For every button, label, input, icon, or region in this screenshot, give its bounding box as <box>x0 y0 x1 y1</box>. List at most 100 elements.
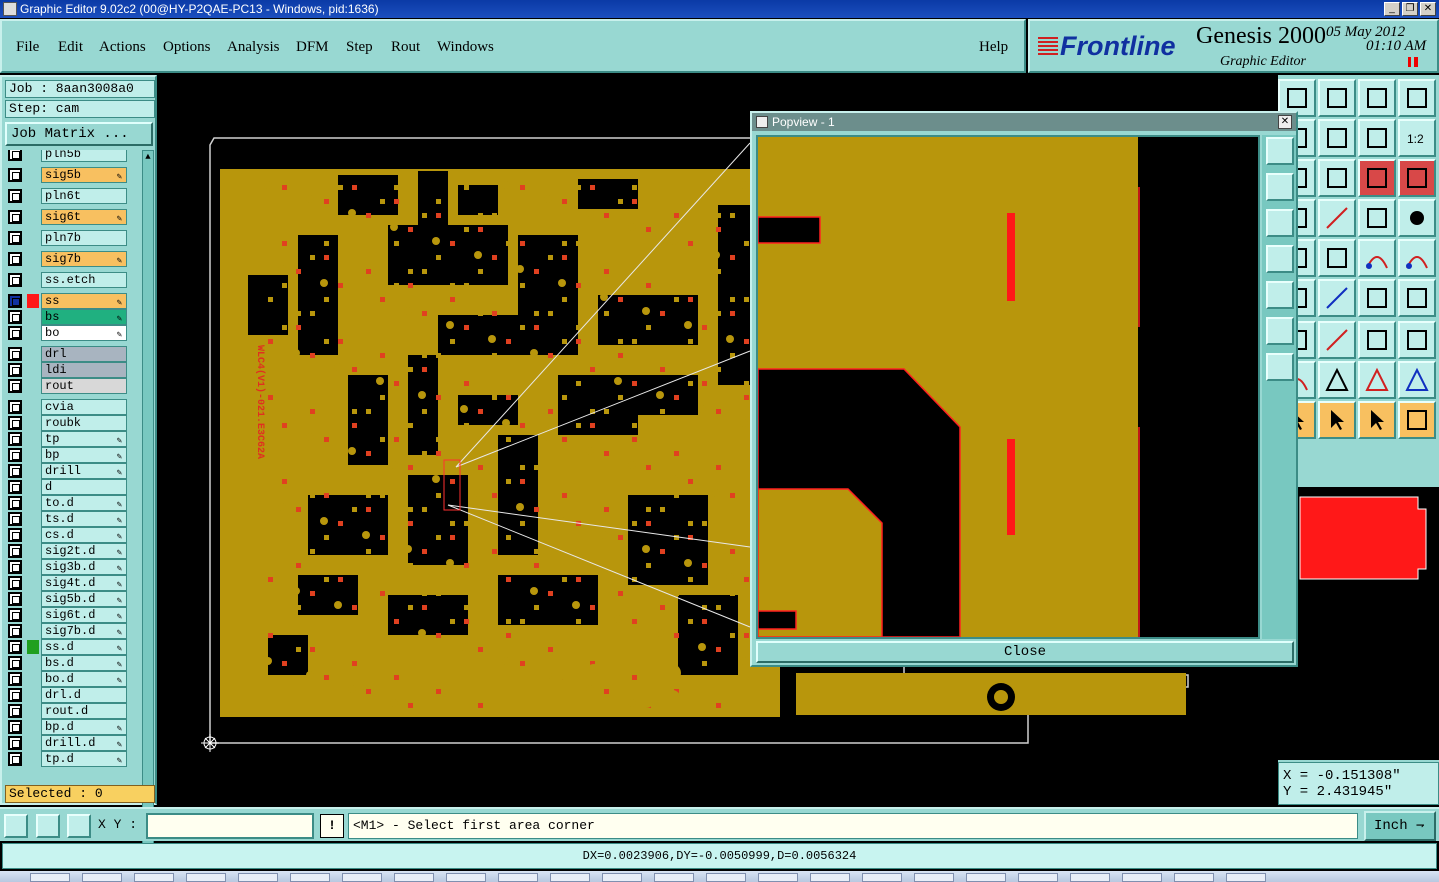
popview-tool-down-icon[interactable] <box>1266 209 1294 237</box>
layer-checkbox[interactable] <box>8 592 22 606</box>
layer-checkbox[interactable] <box>8 150 22 161</box>
layer-row[interactable]: sig7b ✎ <box>5 251 129 267</box>
close-window-button[interactable]: ✕ <box>1420 2 1436 16</box>
layer-name[interactable]: ts.d ✎ <box>41 511 127 527</box>
layer-row[interactable]: pln5b <box>5 150 129 162</box>
layer-name[interactable]: sig7b ✎ <box>41 251 127 267</box>
tool-zoom-out-icon[interactable] <box>1318 79 1356 117</box>
taskbar-button[interactable] <box>862 873 902 882</box>
minimize-button[interactable]: _ <box>1384 2 1400 16</box>
layer-checkbox[interactable] <box>8 512 22 526</box>
layer-name[interactable]: cvia <box>41 399 127 415</box>
tool-triangle-red-icon[interactable] <box>1358 361 1396 399</box>
layer-row[interactable]: sig2t.d ✎ <box>5 543 129 559</box>
taskbar-button[interactable] <box>1018 873 1058 882</box>
layer-checkbox[interactable] <box>8 464 22 478</box>
layer-name[interactable]: sig6t.d ✎ <box>41 607 127 623</box>
layer-row[interactable]: sig7b.d ✎ <box>5 623 129 639</box>
tool-zoom-next-icon[interactable] <box>1318 119 1356 157</box>
tool-line-red-icon[interactable] <box>1318 199 1356 237</box>
layer-name[interactable]: bs.d ✎ <box>41 655 127 671</box>
taskbar-button[interactable] <box>238 873 278 882</box>
layer-checkbox[interactable] <box>8 273 22 287</box>
tool-zoom-window-icon[interactable] <box>1398 79 1436 117</box>
layer-checkbox[interactable] <box>8 656 22 670</box>
layer-row[interactable]: tp.d ✎ <box>5 751 129 767</box>
layer-row[interactable]: ss.d ✎ <box>5 639 129 655</box>
menu-file[interactable]: File <box>16 39 39 56</box>
layer-checkbox[interactable] <box>8 326 22 340</box>
popview-window[interactable]: Popview - 1 ✕ Close <box>750 111 1298 667</box>
layer-checkbox[interactable] <box>8 576 22 590</box>
tool-triangle-blue-icon[interactable] <box>1398 361 1436 399</box>
grid-tool-icon[interactable] <box>67 814 91 838</box>
layer-name[interactable]: bp ✎ <box>41 447 127 463</box>
measure-tool-icon[interactable] <box>36 814 60 838</box>
taskbar-button[interactable] <box>186 873 226 882</box>
layer-row[interactable]: roubk <box>5 415 129 431</box>
layer-name[interactable]: sig4t.d ✎ <box>41 575 127 591</box>
layer-name[interactable]: ss.d ✎ <box>41 639 127 655</box>
tool-line-icon[interactable] <box>1318 279 1356 317</box>
layer-row[interactable]: sig3b.d ✎ <box>5 559 129 575</box>
layer-name[interactable]: bo.d ✎ <box>41 671 127 687</box>
taskbar-button[interactable] <box>706 873 746 882</box>
taskbar-button[interactable] <box>290 873 330 882</box>
layer-name[interactable]: rout.d <box>41 703 127 719</box>
layer-checkbox[interactable] <box>8 231 22 245</box>
popview-tool-left-icon[interactable] <box>1266 245 1294 273</box>
tool-rotate-icon[interactable] <box>1358 279 1396 317</box>
layer-name[interactable]: roubk <box>41 415 127 431</box>
layer-checkbox[interactable] <box>8 210 22 224</box>
layer-scrollbar[interactable]: ▲ ▼ <box>142 150 154 854</box>
layer-row[interactable]: ss.etch <box>5 272 129 288</box>
layer-checkbox[interactable] <box>8 704 22 718</box>
tool-measure-red-icon[interactable] <box>1358 159 1396 197</box>
popview-tool-home-icon[interactable] <box>1266 173 1294 201</box>
menu-help[interactable]: Help <box>979 39 1008 56</box>
popview-close-icon[interactable]: ✕ <box>1278 115 1292 129</box>
tool-measure-red2-icon[interactable] <box>1398 159 1436 197</box>
tool-grid-icon[interactable] <box>1318 159 1356 197</box>
layer-row[interactable]: d <box>5 479 129 495</box>
tool-pad-dot-icon[interactable] <box>1398 199 1436 237</box>
layer-row[interactable]: cvia <box>5 399 129 415</box>
taskbar-button[interactable] <box>758 873 798 882</box>
xy-input[interactable] <box>146 813 314 839</box>
taskbar-button[interactable] <box>1174 873 1214 882</box>
layer-row[interactable]: pln6t <box>5 188 129 204</box>
layer-checkbox[interactable] <box>8 252 22 266</box>
layer-checkbox[interactable] <box>8 347 22 361</box>
layer-checkbox[interactable] <box>8 480 22 494</box>
layer-row[interactable]: sig6t.d ✎ <box>5 607 129 623</box>
tool-connect-icon[interactable] <box>1398 401 1436 439</box>
layer-name[interactable]: ss.etch <box>41 272 127 288</box>
menu-step[interactable]: Step <box>346 39 373 56</box>
taskbar-button[interactable] <box>914 873 954 882</box>
tool-triangle-icon[interactable] <box>1318 361 1356 399</box>
layer-name[interactable]: drill.d ✎ <box>41 735 127 751</box>
menu-edit[interactable]: Edit <box>58 39 83 56</box>
tool-pointer-icon[interactable] <box>1318 401 1356 439</box>
tool-pointer2-icon[interactable] <box>1358 401 1396 439</box>
layer-name[interactable]: rout <box>41 378 127 394</box>
menu-windows[interactable]: Windows <box>437 39 494 56</box>
taskbar-button[interactable] <box>1226 873 1266 882</box>
layer-row[interactable]: tp ✎ <box>5 431 129 447</box>
taskbar-button[interactable] <box>550 873 590 882</box>
layer-name[interactable]: cs.d ✎ <box>41 527 127 543</box>
layer-row[interactable]: ss ✎ <box>5 293 129 309</box>
tool-pan-icon[interactable] <box>1358 119 1396 157</box>
tool-cross-icon[interactable] <box>1318 239 1356 277</box>
layer-checkbox[interactable] <box>8 416 22 430</box>
taskbar-button[interactable] <box>342 873 382 882</box>
layer-name[interactable]: pln5b <box>41 150 127 162</box>
layer-row[interactable]: bs.d ✎ <box>5 655 129 671</box>
layer-name[interactable]: sig6t ✎ <box>41 209 127 225</box>
taskbar-button[interactable] <box>134 873 174 882</box>
tool-scale-1to2-icon[interactable]: 1:2 <box>1398 119 1436 157</box>
taskbar-button[interactable] <box>654 873 694 882</box>
taskbar-button[interactable] <box>498 873 538 882</box>
layer-name[interactable]: drl.d <box>41 687 127 703</box>
tool-home-icon[interactable] <box>1358 79 1396 117</box>
